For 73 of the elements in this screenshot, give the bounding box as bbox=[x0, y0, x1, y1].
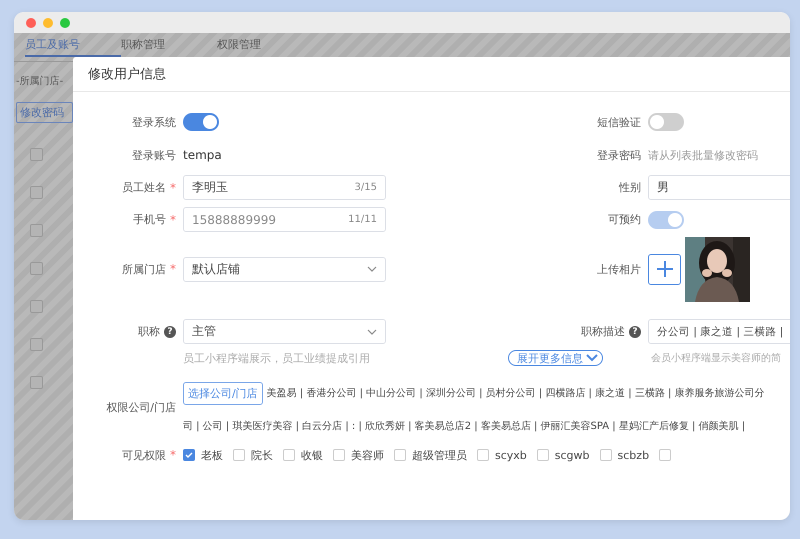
expand-more-button[interactable]: 展开更多信息 bbox=[508, 350, 603, 366]
checkbox-label: 收银 bbox=[301, 448, 323, 462]
checkbox[interactable] bbox=[477, 449, 489, 461]
required-mark: * bbox=[170, 263, 176, 275]
checkbox-label: scyxb bbox=[495, 448, 527, 462]
required-mark: * bbox=[170, 182, 176, 194]
help-icon: ? bbox=[629, 326, 641, 338]
select-company-button[interactable]: 选择公司/门店 bbox=[183, 382, 263, 404]
field-label: 所属门店 bbox=[122, 262, 166, 276]
checkbox[interactable] bbox=[536, 449, 549, 461]
maximize-icon[interactable] bbox=[60, 18, 70, 28]
field-label: 登录系统 bbox=[132, 114, 176, 130]
field-label: 登录密码 bbox=[597, 148, 641, 162]
plus-icon bbox=[656, 260, 674, 278]
chevron-down-icon bbox=[367, 328, 377, 334]
checkbox-label: 美容师 bbox=[351, 448, 384, 462]
checkbox-label: 院长 bbox=[251, 448, 273, 462]
field-label: 性别 bbox=[619, 180, 641, 195]
checkbox-label: 老板 bbox=[201, 448, 223, 462]
checkbox-label: scgwb bbox=[554, 448, 590, 462]
company-list: 美盈易 | 香港分公司 | 中山分公司 | 深圳分公司 | 员村分公司 | 四横路店 | 康之道 | 三横路 | 康养服务旅游公司分 bbox=[266, 386, 765, 400]
password-note: 请从列表批量修改密码 bbox=[648, 148, 758, 162]
checkbox[interactable] bbox=[183, 449, 195, 461]
help-icon: ? bbox=[164, 326, 176, 338]
minimize-icon[interactable] bbox=[43, 18, 53, 28]
title-description-input[interactable]: 分公司 | 康之道 | 三横路 | bbox=[648, 319, 790, 344]
row-checkbox[interactable] bbox=[30, 338, 43, 351]
checkbox[interactable] bbox=[233, 449, 245, 461]
account-value: tempa bbox=[183, 148, 222, 162]
change-password-button[interactable]: 修改密码 bbox=[16, 102, 73, 123]
field-label: 短信验证 bbox=[597, 114, 641, 130]
upload-button[interactable] bbox=[648, 254, 681, 284]
checkbox-label: 超级管理员 bbox=[412, 448, 467, 462]
checkbox[interactable] bbox=[283, 449, 295, 461]
gender-input[interactable]: 男 bbox=[648, 175, 790, 200]
title-hint: 员工小程序端展示，员工业绩提成引用 bbox=[183, 350, 370, 366]
required-mark: * bbox=[170, 449, 176, 461]
tab[interactable]: 权限管理 bbox=[217, 33, 313, 57]
tab[interactable]: 职称管理 bbox=[121, 33, 217, 57]
check-icon bbox=[185, 452, 193, 458]
name-input[interactable]: 李明玉 3/15 bbox=[183, 175, 386, 200]
row-checkbox[interactable] bbox=[30, 148, 43, 161]
field-label: 手机号 bbox=[133, 212, 166, 227]
row-checkbox[interactable] bbox=[30, 186, 43, 199]
dialog-title: 修改用户信息 bbox=[88, 66, 166, 83]
company-list: 司 | 公司 | 琪美医疗美容 | 白云分店 | : | 欣欣秀妍 | 客美易总店2 | 客美易总店 | 伊丽汇美容SPA | 星妈汇产后修复 | 俏颜美肌 | bbox=[183, 418, 746, 432]
toggle-switch[interactable] bbox=[648, 113, 684, 131]
store-select[interactable]: 默认店铺 bbox=[183, 256, 386, 282]
chevron-down-icon bbox=[586, 354, 598, 362]
checkbox[interactable] bbox=[600, 449, 612, 461]
field-label: 可预约 bbox=[608, 212, 641, 227]
checkbox[interactable] bbox=[659, 449, 672, 461]
title-select[interactable]: 主管 bbox=[183, 319, 386, 344]
field-label: 权限公司/门店 bbox=[106, 400, 176, 414]
field-label: 登录账号 bbox=[132, 148, 176, 162]
title-description-hint: 会员小程序端显示美容师的简 bbox=[651, 352, 781, 365]
row-checkbox[interactable] bbox=[30, 262, 43, 275]
row-checkbox[interactable] bbox=[30, 300, 43, 313]
checkbox[interactable] bbox=[333, 449, 345, 461]
field-label: 上传相片 bbox=[597, 262, 641, 276]
field-label: 可见权限 bbox=[122, 448, 166, 462]
required-mark: * bbox=[170, 214, 176, 226]
field-label: 员工姓名 bbox=[122, 180, 166, 195]
chevron-down-icon bbox=[367, 266, 377, 272]
field-label: 职称描述 bbox=[581, 324, 625, 339]
row-checkbox[interactable] bbox=[30, 376, 43, 389]
checkbox[interactable] bbox=[394, 449, 406, 461]
close-icon[interactable] bbox=[26, 18, 36, 28]
field-label: 职称 bbox=[138, 324, 160, 339]
phone-input[interactable]: 15888889999 11/11 bbox=[183, 207, 386, 232]
toggle-switch[interactable] bbox=[183, 113, 219, 131]
row-checkbox[interactable] bbox=[30, 224, 43, 237]
checkbox-label: scbzb bbox=[618, 448, 650, 462]
